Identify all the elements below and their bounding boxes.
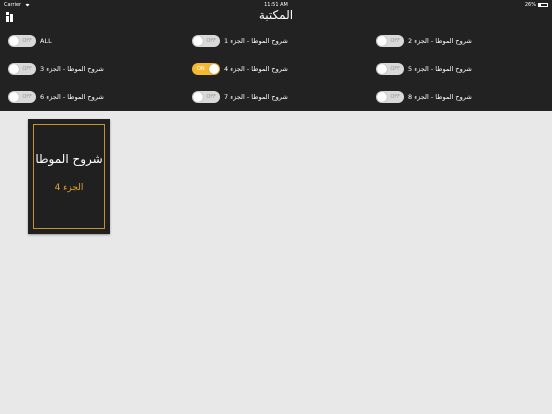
switch-state-label: OFF xyxy=(22,94,32,100)
filter-label: شروح الموطا - الجزء 3 xyxy=(40,65,104,73)
switch-knob xyxy=(9,92,19,102)
filter-switch[interactable]: OFF xyxy=(8,35,36,47)
filter-switch[interactable]: OFF xyxy=(376,63,404,75)
book-title: شروح الموطا xyxy=(35,152,103,166)
filter-switch[interactable]: OFF xyxy=(8,91,36,103)
filter-label: شروح الموطا - الجزء 8 xyxy=(408,93,472,101)
switch-state-label: OFF xyxy=(206,94,216,100)
switch-knob xyxy=(377,64,387,74)
switch-state-label: ON xyxy=(197,66,205,72)
book-cover[interactable]: شروح الموطا الجزء 4 xyxy=(28,119,110,234)
filter-label: ALL xyxy=(40,37,52,45)
switch-state-label: OFF xyxy=(22,38,32,44)
filter-label: شروح الموطا - الجزء 2 xyxy=(408,37,472,45)
filter-label: شروح الموطا - الجزء 6 xyxy=(40,93,104,101)
filter-toggle-item[interactable]: OFF شروح الموطا - الجزء 5 xyxy=(376,62,472,76)
filter-toggle-item[interactable]: OFF شروح الموطا - الجزء 7 xyxy=(192,90,288,104)
battery-icon xyxy=(538,3,548,7)
book-volume: الجزء 4 xyxy=(54,183,84,193)
switch-knob xyxy=(9,64,19,74)
filter-switch[interactable]: OFF xyxy=(192,35,220,47)
filter-toggle-item[interactable]: OFF شروح الموطا - الجزء 6 xyxy=(8,90,104,104)
switch-state-label: OFF xyxy=(390,66,400,72)
filter-switch[interactable]: OFF xyxy=(376,91,404,103)
filter-toggle-item[interactable]: OFF شروح الموطا - الجزء 2 xyxy=(376,34,472,48)
page-title: المكتبة xyxy=(258,8,294,22)
filter-switch[interactable]: OFF xyxy=(376,35,404,47)
filter-toggle-item[interactable]: ON شروح الموطا - الجزء 4 xyxy=(192,62,288,76)
filter-toggle-item[interactable]: OFF شروح الموطا - الجزء 8 xyxy=(376,90,472,104)
switch-state-label: OFF xyxy=(390,94,400,100)
filter-label: شروح الموطا - الجزء 5 xyxy=(408,65,472,73)
filter-toggle-item[interactable]: OFF شروح الموطا - الجزء 1 xyxy=(192,34,288,48)
filter-label: شروح الموطا - الجزء 7 xyxy=(224,93,288,101)
switch-state-label: OFF xyxy=(22,66,32,72)
switch-state-label: OFF xyxy=(206,38,216,44)
filter-toggle-item[interactable]: OFF شروح الموطا - الجزء 3 xyxy=(8,62,104,76)
switch-knob xyxy=(377,92,387,102)
filter-switch[interactable]: OFF xyxy=(192,91,220,103)
switch-knob xyxy=(193,36,203,46)
top-bar: Carrier 11:51 AM 26% المكتبة OFF ALL OFF شر… xyxy=(0,0,552,111)
book-cover-frame xyxy=(33,124,105,229)
switch-knob xyxy=(193,92,203,102)
filter-toggle-item[interactable]: OFF ALL xyxy=(8,34,52,48)
switch-knob xyxy=(377,36,387,46)
filter-label: شروح الموطا - الجزء 4 xyxy=(224,65,288,73)
switch-knob xyxy=(9,36,19,46)
switch-state-label: OFF xyxy=(390,38,400,44)
filter-switch[interactable]: OFF xyxy=(8,63,36,75)
filter-switch[interactable]: ON xyxy=(192,63,220,75)
filter-label: شروح الموطا - الجزء 1 xyxy=(224,37,288,45)
switch-knob xyxy=(209,64,219,74)
